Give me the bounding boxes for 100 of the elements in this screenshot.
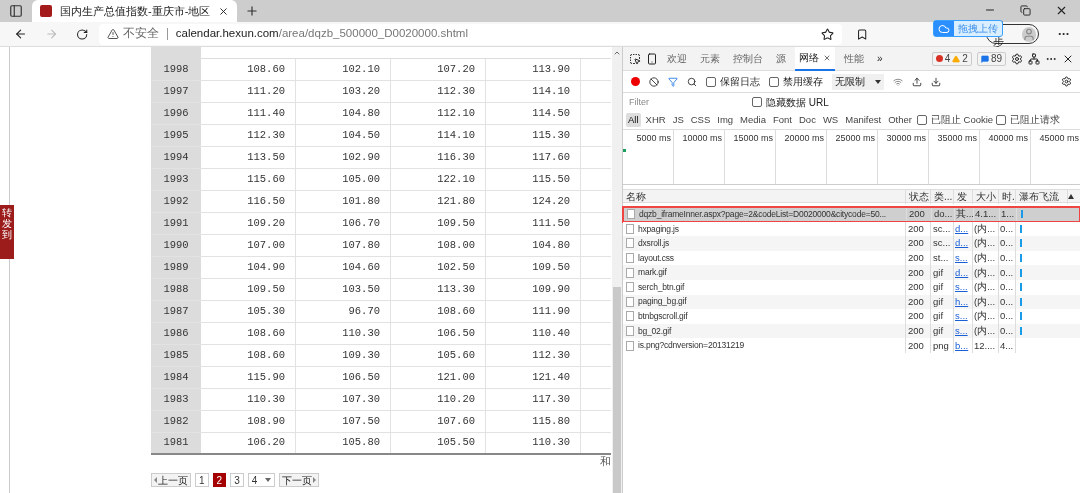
year-cell: 1987 xyxy=(151,301,201,322)
share-side-tab[interactable]: 转发到 xyxy=(0,205,14,259)
hide-data-url-checkbox[interactable]: 隐藏数据 URL xyxy=(752,94,829,110)
devtools-tab[interactable]: 元素 xyxy=(696,46,724,71)
request-row[interactable]: dqzb_iframeInner.aspx?page=2&codeList=D0020000&citycode=50... 200 do... 其...4.1... 1... xyxy=(623,207,1080,222)
type-filter[interactable]: XHR xyxy=(643,112,668,128)
add-favorite-icon[interactable] xyxy=(820,27,834,41)
devtools-tab[interactable]: 性能 xyxy=(840,46,868,71)
initiator-link[interactable]: d... xyxy=(954,236,973,251)
type-filter[interactable]: Other xyxy=(886,112,914,128)
devtools-tab[interactable]: 欢迎 xyxy=(663,46,691,71)
clear-icon[interactable] xyxy=(649,76,659,87)
filter-icon[interactable] xyxy=(668,76,678,87)
time-tick: 20000 ms xyxy=(784,132,824,145)
request-row[interactable]: dxsroll.js 200 sc... d... (内... 0... xyxy=(623,236,1080,251)
page-button[interactable]: 3 xyxy=(230,473,244,487)
close-window-icon[interactable] xyxy=(1055,4,1068,17)
type-filter[interactable]: Media xyxy=(738,112,768,128)
column-header[interactable]: 状态 xyxy=(906,188,931,204)
file-icon xyxy=(626,253,634,264)
new-tab-icon[interactable] xyxy=(245,4,260,18)
initiator-link[interactable]: s... xyxy=(954,279,973,295)
column-header[interactable]: 时. xyxy=(999,188,1016,204)
warning-icon xyxy=(952,54,961,63)
time-cell: 1... xyxy=(1000,208,1017,221)
close-icon[interactable] xyxy=(218,5,230,17)
settings-icon[interactable] xyxy=(1011,52,1023,65)
search-icon[interactable] xyxy=(687,76,697,87)
checkbox[interactable] xyxy=(769,76,779,87)
table-cell: 106.70 xyxy=(296,213,391,234)
table-cell: 103.20 xyxy=(296,81,391,102)
share-label[interactable]: 转发到 xyxy=(2,207,12,240)
network-settings-icon[interactable] xyxy=(1061,76,1072,87)
blocked-requests-checkbox[interactable]: 已阻止请求 xyxy=(996,112,1061,128)
network-conditions-icon[interactable] xyxy=(893,76,903,87)
column-header[interactable]: 名称 xyxy=(623,188,906,204)
export-icon[interactable] xyxy=(931,76,941,87)
initiator-link[interactable]: s... xyxy=(954,309,973,324)
type-filter[interactable]: Img xyxy=(715,112,736,128)
table-cell: 109.50 xyxy=(391,213,486,234)
type-filter[interactable]: Font xyxy=(771,112,794,128)
error-icon xyxy=(935,55,943,62)
table-cell: 102.90 xyxy=(296,147,391,168)
prev-page-button[interactable]: 上一页 xyxy=(151,473,191,487)
devtools-tab[interactable]: 网络 xyxy=(795,46,835,71)
year-cell: 1983 xyxy=(151,389,201,410)
address-bar[interactable]: 不安全 calendar.hexun.com/area/dqzb_500000_D0020000.shtml xyxy=(98,23,842,45)
checkbox[interactable] xyxy=(706,76,716,87)
file-icon xyxy=(626,267,634,278)
issues-badge[interactable]: 4 2 xyxy=(931,51,972,66)
column-header[interactable]: 发 xyxy=(954,188,973,204)
next-page-button[interactable]: 下一页 xyxy=(279,473,320,487)
column-header[interactable]: 瀑布飞流 xyxy=(1016,188,1068,204)
checkbox[interactable] xyxy=(916,115,927,125)
page-button[interactable]: 1 xyxy=(195,473,209,487)
more-tabs-button[interactable]: » xyxy=(877,51,883,66)
throttle-select[interactable]: 无限制 xyxy=(832,73,884,90)
browser-tab[interactable]: 国内生产总值指数-重庆市-地区 xyxy=(32,0,238,22)
status-cell: 200 xyxy=(906,236,931,251)
scrollbar[interactable] xyxy=(612,47,622,493)
disable-cache-checkbox[interactable]: 禁用缓存 xyxy=(769,74,823,89)
customize-icon[interactable] xyxy=(1028,52,1040,65)
year-cell: 1986 xyxy=(151,323,201,344)
sort-icon[interactable] xyxy=(1068,193,1074,199)
request-row[interactable]: mark.gif 200 gif d... (内... 0... xyxy=(623,265,1080,280)
table-cell: 108.60 xyxy=(391,301,486,322)
type-filter[interactable]: Manifest xyxy=(843,112,884,128)
table-cell: 106.20 xyxy=(201,433,296,453)
favorites-icon[interactable] xyxy=(855,27,869,41)
timeline-overview[interactable]: 5000 ms 10000 ms 15000 ms 20000 ms 25000 ms 30000 ms 35000 ms 40000 ms 45000 ms xyxy=(623,130,1080,185)
checkbox[interactable] xyxy=(996,115,1007,125)
initiator-link[interactable]: b... xyxy=(954,338,973,353)
checkbox[interactable] xyxy=(752,97,762,107)
column-header[interactable]: 类... xyxy=(931,188,954,204)
restore-icon[interactable] xyxy=(1020,5,1031,16)
type-filter[interactable]: CSS xyxy=(688,112,713,128)
type-filter[interactable]: WS xyxy=(820,112,841,128)
column-header[interactable]: 大小 xyxy=(973,188,999,204)
page-button[interactable]: 2 xyxy=(212,473,227,487)
type-filter[interactable]: Doc xyxy=(797,112,818,128)
messages-badge[interactable]: 89 xyxy=(976,51,1006,66)
scroll-up-icon[interactable] xyxy=(613,49,621,57)
page-button[interactable]: 4 xyxy=(247,473,276,487)
type-filter[interactable]: JS xyxy=(670,112,686,128)
footnote-text: 和 xyxy=(600,456,611,469)
request-name: dqzb_iframeInner.aspx?page=2&codeList=D0020000&citycode=50... xyxy=(639,207,886,221)
type-filter[interactable]: All xyxy=(626,112,641,128)
initiator-link[interactable]: d... xyxy=(954,265,973,280)
inspect-icon[interactable] xyxy=(629,52,641,65)
preserve-log-checkbox[interactable]: 保留日志 xyxy=(706,74,760,89)
security-label[interactable]: 不安全 xyxy=(122,25,159,43)
devtools-tab[interactable]: 源 xyxy=(772,46,790,71)
record-icon[interactable] xyxy=(631,77,640,86)
tab-actions-icon[interactable] xyxy=(9,4,23,18)
back-icon[interactable] xyxy=(14,27,28,41)
devtools-tab[interactable]: 控制台 xyxy=(729,46,767,71)
blocked-cookies-checkbox[interactable]: 已阻止 Cookie xyxy=(916,112,994,128)
import-icon[interactable] xyxy=(912,76,922,87)
device-icon[interactable] xyxy=(646,52,658,65)
refresh-icon[interactable] xyxy=(76,27,89,41)
